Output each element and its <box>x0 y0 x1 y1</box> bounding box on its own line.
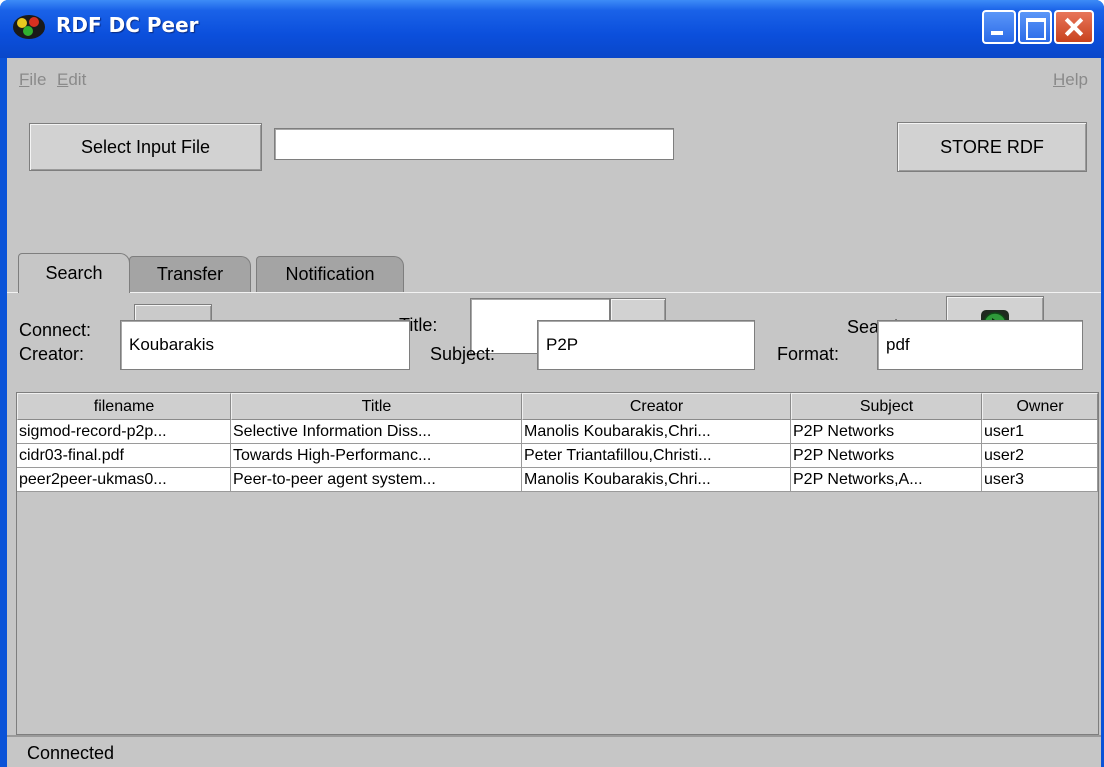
table-cell: Manolis Koubarakis,Chri... <box>522 420 791 444</box>
table-cell: P2P Networks <box>791 420 982 444</box>
menu-file[interactable]: File <box>19 70 46 90</box>
table-row[interactable]: peer2peer-ukmas0... Peer-to-peer agent s… <box>17 468 1098 492</box>
tab-divider <box>7 292 1101 293</box>
status-text: Connected <box>27 743 115 763</box>
column-header-filename[interactable]: filename <box>17 393 231 420</box>
table-cell: sigmod-record-p2p... <box>17 420 231 444</box>
table-row[interactable]: sigmod-record-p2p... Selective Informati… <box>17 420 1098 444</box>
title-bar[interactable]: RDF DC Peer <box>0 0 1104 58</box>
creator-field[interactable]: Koubarakis <box>120 320 410 370</box>
column-header-title[interactable]: Title <box>231 393 522 420</box>
column-header-subject[interactable]: Subject <box>791 393 982 420</box>
tab-search[interactable]: Search <box>18 253 130 293</box>
table-cell: Peer-to-peer agent system... <box>231 468 522 492</box>
format-label: Format: <box>777 344 840 364</box>
client-area: File Edit Help Select Input File STORE R… <box>7 58 1101 767</box>
column-header-creator[interactable]: Creator <box>522 393 791 420</box>
table-cell: user2 <box>982 444 1098 468</box>
connect-label: Connect: <box>19 320 92 340</box>
table-row[interactable]: cidr03-final.pdf Towards High-Performanc… <box>17 444 1098 468</box>
table-header: filename Title Creator Subject Owner <box>17 393 1098 420</box>
table-cell: Selective Information Diss... <box>231 420 522 444</box>
table-body: sigmod-record-p2p... Selective Informati… <box>17 420 1098 492</box>
creator-label: Creator: <box>19 344 85 364</box>
table-cell: user3 <box>982 468 1098 492</box>
menu-edit-label: Edit <box>57 70 87 89</box>
store-rdf-button[interactable]: STORE RDF <box>897 122 1087 172</box>
menu-help[interactable]: Help <box>1053 70 1088 90</box>
menu-file-label: File <box>19 70 47 89</box>
table-cell: P2P Networks <box>791 444 982 468</box>
table-cell: user1 <box>982 420 1098 444</box>
close-icon[interactable] <box>1054 10 1094 44</box>
select-input-file-button[interactable]: Select Input File <box>29 123 262 171</box>
table-cell: Peter Triantafillou,Christi... <box>522 444 791 468</box>
status-bar: Connected <box>7 735 1101 767</box>
minimize-icon[interactable] <box>982 10 1016 44</box>
results-table[interactable]: filename Title Creator Subject Owner sig… <box>16 392 1099 735</box>
subject-label: Subject: <box>430 344 496 364</box>
format-field[interactable]: pdf <box>877 320 1083 370</box>
table-cell: Manolis Koubarakis,Chri... <box>522 468 791 492</box>
menu-edit[interactable]: Edit <box>57 70 86 90</box>
app-icon <box>13 15 45 39</box>
menu-bar: File Edit Help <box>7 58 1101 98</box>
tab-notification[interactable]: Notification <box>256 256 404 292</box>
maximize-icon[interactable] <box>1018 10 1052 44</box>
app-window: RDF DC Peer File Edit Help Select Input … <box>0 0 1104 767</box>
table-cell: Towards High-Performanc... <box>231 444 522 468</box>
menu-help-label: Help <box>1053 70 1088 89</box>
table-cell: P2P Networks,A... <box>791 468 982 492</box>
tab-transfer[interactable]: Transfer <box>129 256 251 292</box>
subject-field[interactable]: P2P <box>537 320 755 370</box>
table-cell: cidr03-final.pdf <box>17 444 231 468</box>
table-cell: peer2peer-ukmas0... <box>17 468 231 492</box>
window-title: RDF DC Peer <box>56 13 199 37</box>
column-header-owner[interactable]: Owner <box>982 393 1098 420</box>
input-file-field[interactable] <box>274 128 674 160</box>
